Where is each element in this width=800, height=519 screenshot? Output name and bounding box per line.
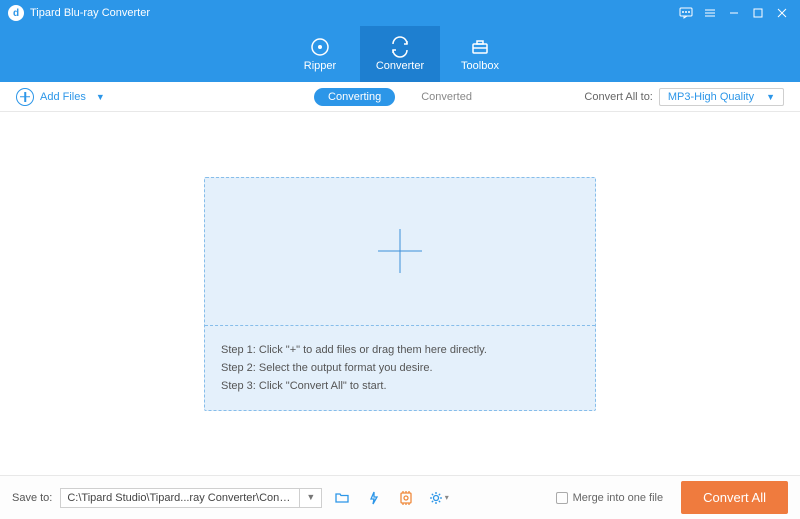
nav-toolbox-label: Toolbox — [461, 60, 499, 72]
maximize-button[interactable] — [746, 1, 770, 25]
output-format-value: MP3-High Quality — [668, 91, 754, 103]
chevron-down-icon: ▼ — [766, 92, 775, 102]
dropzone-add-area[interactable] — [205, 178, 595, 326]
dropzone: Step 1: Click "+" to add files or drag t… — [204, 177, 596, 411]
settings-button[interactable]: ▾ — [426, 486, 450, 510]
output-format-select[interactable]: MP3-High Quality ▼ — [659, 88, 784, 106]
dropzone-steps: Step 1: Click "+" to add files or drag t… — [205, 326, 595, 410]
nav-converter[interactable]: Converter — [360, 26, 440, 82]
app-title: Tipard Blu-ray Converter — [30, 7, 150, 19]
nav-converter-label: Converter — [376, 60, 424, 72]
main-area: Step 1: Click "+" to add files or drag t… — [0, 112, 800, 475]
plus-circle-icon — [16, 88, 34, 106]
save-path-field[interactable]: C:\Tipard Studio\Tipard...ray Converter\… — [60, 488, 300, 508]
feedback-icon[interactable] — [674, 1, 698, 25]
gpu-button[interactable] — [394, 486, 418, 510]
merge-checkbox[interactable]: Merge into one file — [556, 492, 664, 504]
tab-converting[interactable]: Converting — [314, 88, 395, 106]
main-nav: Ripper Converter Toolbox — [0, 26, 800, 82]
merge-label: Merge into one file — [573, 492, 664, 504]
plus-icon — [378, 229, 422, 273]
convert-all-button[interactable]: Convert All — [681, 481, 788, 514]
app-logo-icon: d — [8, 5, 24, 21]
open-folder-button[interactable] — [330, 486, 354, 510]
menu-icon[interactable] — [698, 1, 722, 25]
step-2: Step 2: Select the output format you des… — [221, 362, 579, 374]
toolbar: Add Files ▼ Converting Converted Convert… — [0, 82, 800, 112]
close-button[interactable] — [770, 1, 794, 25]
nav-toolbox[interactable]: Toolbox — [440, 26, 520, 82]
add-files-label: Add Files — [40, 91, 86, 103]
step-1: Step 1: Click "+" to add files or drag t… — [221, 344, 579, 356]
save-path-dropdown[interactable]: ▼ — [300, 488, 322, 508]
tab-converted[interactable]: Converted — [407, 88, 486, 106]
step-3: Step 3: Click "Convert All" to start. — [221, 380, 579, 392]
minimize-button[interactable] — [722, 1, 746, 25]
hardware-accel-button[interactable] — [362, 486, 386, 510]
nav-ripper-label: Ripper — [304, 60, 336, 72]
convert-all-to-label: Convert All to: — [584, 91, 652, 103]
chevron-down-icon: ▼ — [96, 92, 105, 102]
bottombar: Save to: C:\Tipard Studio\Tipard...ray C… — [0, 475, 800, 519]
titlebar: d Tipard Blu-ray Converter — [0, 0, 800, 26]
checkbox-icon — [556, 492, 568, 504]
save-to-label: Save to: — [12, 492, 52, 504]
status-tabs: Converting Converted — [314, 88, 486, 106]
add-files-button[interactable]: Add Files ▼ — [16, 88, 105, 106]
nav-ripper[interactable]: Ripper — [280, 26, 360, 82]
